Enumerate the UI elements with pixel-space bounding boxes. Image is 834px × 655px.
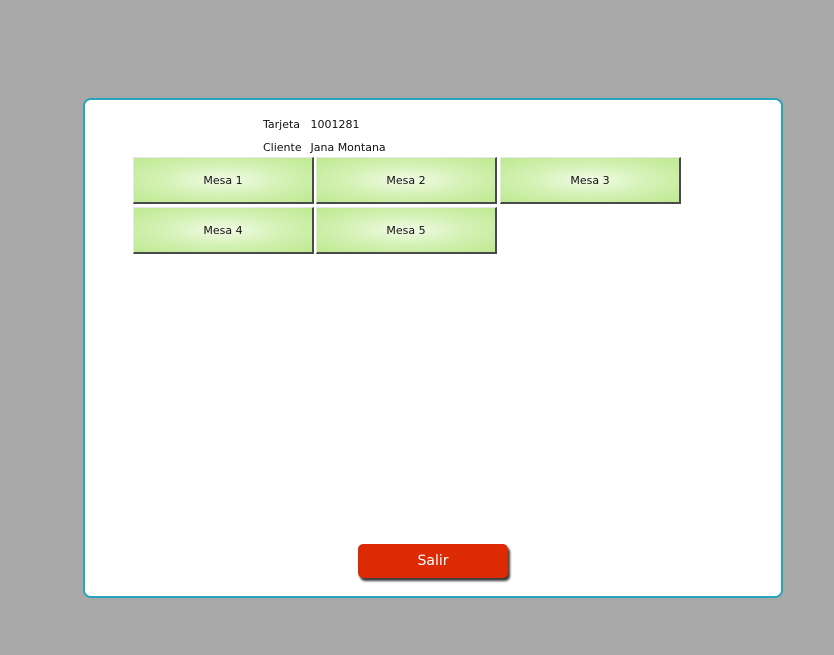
table-button-3[interactable]: Mesa 3 bbox=[500, 157, 681, 204]
table-button-2[interactable]: Mesa 2 bbox=[316, 157, 497, 204]
table-button-5[interactable]: Mesa 5 bbox=[316, 207, 497, 254]
table-button-1[interactable]: Mesa 1 bbox=[133, 157, 314, 204]
exit-button[interactable]: Salir bbox=[358, 544, 508, 578]
main-panel: Tarjeta 1001281 Cliente Jana Montana Mes… bbox=[83, 98, 783, 598]
card-row: Tarjeta 1001281 bbox=[263, 118, 360, 131]
card-value: 1001281 bbox=[310, 118, 360, 131]
client-value: Jana Montana bbox=[310, 141, 386, 154]
table-button-4[interactable]: Mesa 4 bbox=[133, 207, 314, 254]
client-row: Cliente Jana Montana bbox=[263, 141, 386, 154]
client-label: Cliente bbox=[263, 141, 302, 154]
card-label: Tarjeta bbox=[263, 118, 301, 131]
